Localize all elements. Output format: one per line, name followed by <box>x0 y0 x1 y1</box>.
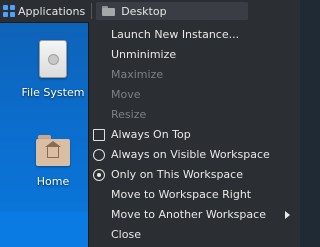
menu-item-label: Close <box>111 228 141 241</box>
menu-item-always-on-top[interactable]: Always On Top <box>89 125 300 145</box>
applications-menu-button[interactable]: Applications <box>0 0 88 22</box>
submenu-arrow-icon <box>285 211 290 219</box>
menu-item-move: Move <box>89 85 300 105</box>
menu-item-resize: Resize <box>89 105 300 125</box>
menu-item-move-to-workspace-right[interactable]: Move to Workspace Right <box>89 185 300 205</box>
menu-item-label: Resize <box>111 108 147 121</box>
desktop-icon-file-system[interactable]: File System <box>18 40 88 99</box>
menu-item-move-to-another-workspace[interactable]: Move to Another Workspace <box>89 205 300 225</box>
menu-item-label: Move to Another Workspace <box>111 208 266 221</box>
menu-item-launch-new-instance[interactable]: Launch New Instance... <box>89 25 300 45</box>
checkbox-icon <box>93 129 105 141</box>
desktop-icon-label: File System <box>21 86 85 99</box>
home-folder-icon <box>36 133 70 167</box>
menu-item-label: Maximize <box>111 68 164 81</box>
menu-item-label: Always On Top <box>111 128 191 141</box>
menu-item-label: Always on Visible Workspace <box>111 148 270 161</box>
desktop-icon-label: Home <box>36 175 70 188</box>
applications-icon <box>3 5 15 17</box>
menu-item-label: Only on This Workspace <box>111 168 243 181</box>
menu-item-label: Launch New Instance... <box>111 28 240 41</box>
menu-item-label: Move to Workspace Right <box>111 188 252 201</box>
radio-on-icon <box>93 169 105 181</box>
menu-item-only-on-this-workspace[interactable]: Only on This Workspace <box>89 165 300 185</box>
drive-icon <box>39 40 67 78</box>
menu-item-label: Unminimize <box>111 48 177 61</box>
applications-label: Applications <box>18 4 86 18</box>
desktop-icon-home[interactable]: Home <box>18 133 88 188</box>
menu-item-maximize: Maximize <box>89 65 300 85</box>
menu-item-close[interactable]: Close <box>89 225 300 245</box>
window-context-menu: Launch New Instance... Unminimize Maximi… <box>88 22 300 247</box>
menu-item-always-on-visible-workspace[interactable]: Always on Visible Workspace <box>89 145 300 165</box>
taskbar-window-button[interactable]: Desktop <box>96 2 249 20</box>
top-panel: Applications Desktop <box>0 0 300 23</box>
folder-icon <box>102 6 116 16</box>
taskbar-window-label: Desktop <box>121 4 167 18</box>
panel-separator <box>91 3 93 19</box>
menu-item-label: Move <box>111 88 141 101</box>
menu-item-unminimize[interactable]: Unminimize <box>89 45 300 65</box>
radio-off-icon <box>93 149 105 161</box>
desktop-bottom-strip <box>0 212 88 247</box>
